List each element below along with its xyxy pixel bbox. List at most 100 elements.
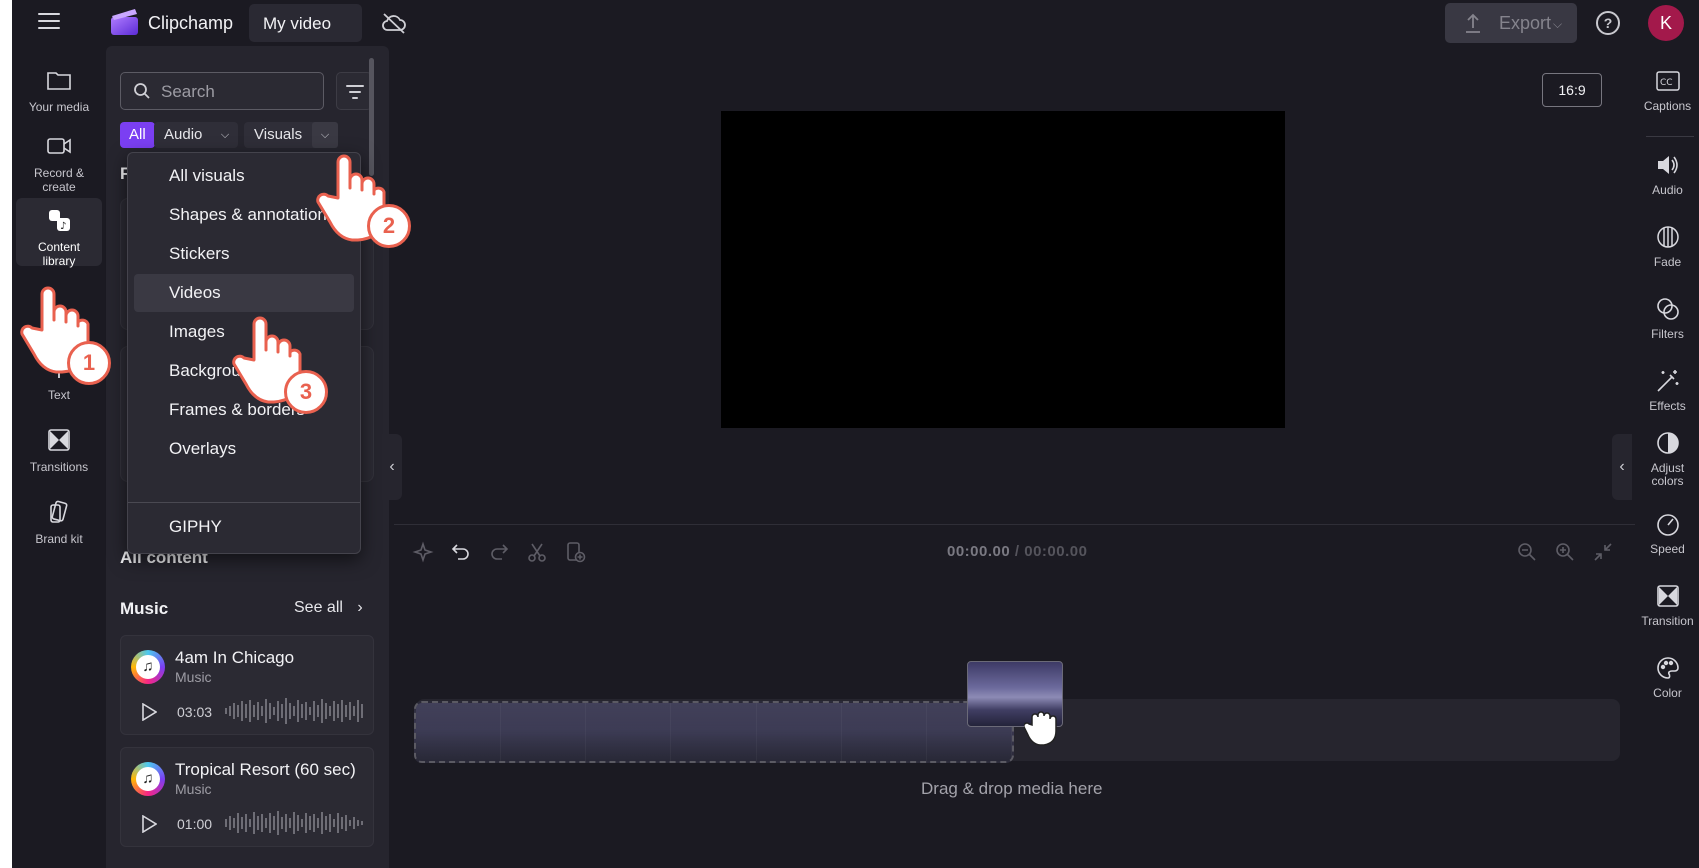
transition-icon: [1656, 585, 1679, 607]
export-button[interactable]: Export ⌵: [1445, 3, 1577, 43]
filter-button[interactable]: [336, 72, 372, 110]
svg-text:CC: CC: [1660, 78, 1673, 88]
upload-icon: [1466, 13, 1480, 33]
sidebar-item-label: Record & create: [33, 166, 85, 194]
music-heading: Music: [120, 599, 169, 618]
adjust-colors-icon: [1656, 432, 1679, 454]
menu-item-videos[interactable]: Videos: [134, 274, 354, 312]
music-title: 4am In Chicago: [175, 648, 295, 667]
property-adjust-colors[interactable]: Adjust colors: [1636, 430, 1699, 488]
property-label: Speed: [1650, 542, 1685, 556]
property-label: Transition: [1641, 614, 1694, 628]
fit-timeline-icon[interactable]: [1592, 541, 1614, 563]
sidebar-item-transitions[interactable]: Transitions: [12, 426, 106, 474]
time-separator: /: [1010, 543, 1025, 560]
property-effects[interactable]: Effects: [1636, 368, 1699, 413]
sidebar-item-content-library[interactable]: ♪ Content library: [16, 198, 102, 268]
chip-visuals[interactable]: Visuals ⌵: [244, 122, 338, 148]
waveform-icon: [225, 698, 363, 724]
clipchamp-logo: [111, 9, 138, 35]
redo-icon[interactable]: [488, 541, 510, 563]
current-time: 00:00.00: [947, 543, 1011, 560]
speaker-icon: [1657, 156, 1678, 174]
cloud-sync-off-icon[interactable]: [381, 11, 407, 35]
play-icon[interactable]: [141, 703, 157, 721]
timeline-toolbar: 00:00.00 / 00:00.00: [394, 525, 1635, 577]
filter-icon-line: [352, 97, 358, 99]
property-label: Color: [1653, 686, 1682, 700]
property-audio[interactable]: Audio: [1636, 152, 1699, 197]
avatar[interactable]: K: [1648, 5, 1684, 41]
music-note-icon: ♫: [131, 650, 165, 684]
content-library-icon: ♪: [49, 210, 70, 232]
chevron-down-icon: ⌵: [1553, 17, 1563, 31]
step-badge-2: 2: [367, 204, 411, 248]
clipchamp-editor: Clipchamp My video Export ⌵ ? K Your med…: [12, 0, 1699, 868]
see-all-label: See all: [294, 599, 343, 616]
chevron-down-icon[interactable]: ⌵: [212, 122, 238, 148]
music-subtitle: Music: [175, 781, 212, 797]
video-preview-canvas: [721, 111, 1285, 428]
chip-all[interactable]: All: [120, 122, 155, 148]
music-card[interactable]: ♫ 4am In Chicago Music 03:03: [120, 635, 374, 735]
palette-icon: [1656, 657, 1679, 679]
property-captions[interactable]: CC Captions: [1636, 68, 1699, 113]
step-badge-3: 3: [284, 370, 328, 414]
top-bar: Clipchamp My video Export ⌵ ? K: [12, 0, 1699, 46]
divider: [1646, 136, 1694, 137]
search-input[interactable]: Search: [120, 72, 324, 110]
sidebar-item-your-media[interactable]: Your media: [12, 66, 106, 114]
total-time: 00:00.00: [1024, 543, 1088, 560]
sidebar-item-brand-kit[interactable]: Brand kit: [12, 498, 106, 546]
menu-divider: [128, 502, 360, 503]
property-transition[interactable]: Transition: [1636, 583, 1699, 628]
chevron-down-icon[interactable]: ⌵: [312, 122, 338, 148]
chip-audio-label: Audio: [164, 126, 203, 143]
sidebar-item-record-create[interactable]: Record & create: [12, 132, 106, 194]
brand-name: Clipchamp: [148, 13, 234, 33]
aspect-ratio-button[interactable]: 16:9: [1542, 73, 1602, 107]
collapse-right-panel-icon[interactable]: ‹: [1612, 434, 1632, 500]
magic-edit-icon[interactable]: [412, 541, 434, 563]
waveform-icon: [225, 811, 363, 835]
filter-icon: [346, 85, 364, 87]
play-icon[interactable]: [141, 815, 157, 833]
music-note-icon: ♫: [131, 762, 165, 796]
zoom-out-icon[interactable]: [1516, 541, 1538, 563]
property-fade[interactable]: Fade: [1636, 224, 1699, 269]
brand-kit-icon: [50, 500, 68, 523]
filter-icon-line: [349, 91, 361, 93]
property-label: Captions: [1643, 99, 1692, 113]
property-color[interactable]: Color: [1636, 655, 1699, 700]
sidebar-item-label: Brand kit: [35, 532, 83, 546]
sidebar-item-label: Text: [47, 388, 70, 402]
speedometer-icon: [1656, 514, 1679, 536]
scissors-icon[interactable]: [526, 541, 548, 563]
chip-audio[interactable]: Audio ⌵: [154, 122, 238, 148]
help-icon[interactable]: ?: [1596, 11, 1620, 35]
drop-media-label: Drag & drop media here: [921, 779, 1103, 798]
captions-icon: CC: [1655, 71, 1680, 91]
music-title: Tropical Resort (60 sec): [175, 760, 356, 779]
music-duration: 01:00: [177, 816, 213, 832]
project-title-input[interactable]: My video: [249, 4, 362, 42]
hamburger-menu-icon[interactable]: [38, 13, 60, 31]
see-all-link[interactable]: See all ›: [294, 599, 363, 617]
filters-icon: [1656, 298, 1679, 320]
left-sidebar: Your media Record & create ♪ Content lib…: [12, 46, 106, 868]
property-speed[interactable]: Speed: [1636, 511, 1699, 556]
folder-icon: [47, 72, 71, 90]
undo-icon[interactable]: [450, 541, 472, 563]
menu-item-overlays[interactable]: Overlays: [134, 430, 354, 468]
zoom-in-icon[interactable]: [1554, 541, 1576, 563]
add-media-icon[interactable]: [564, 541, 586, 563]
music-card[interactable]: ♫ Tropical Resort (60 sec) Music 01:00: [120, 747, 374, 847]
search-placeholder: Search: [161, 82, 215, 101]
export-label: Export: [1499, 13, 1552, 33]
property-filters[interactable]: Filters: [1636, 296, 1699, 341]
property-label: Fade: [1653, 255, 1682, 269]
sidebar-item-label: Transitions: [29, 460, 89, 474]
property-label: Effects: [1649, 399, 1686, 413]
collapse-left-panel-icon[interactable]: ‹: [382, 434, 402, 500]
menu-item-giphy[interactable]: GIPHY: [134, 508, 354, 546]
